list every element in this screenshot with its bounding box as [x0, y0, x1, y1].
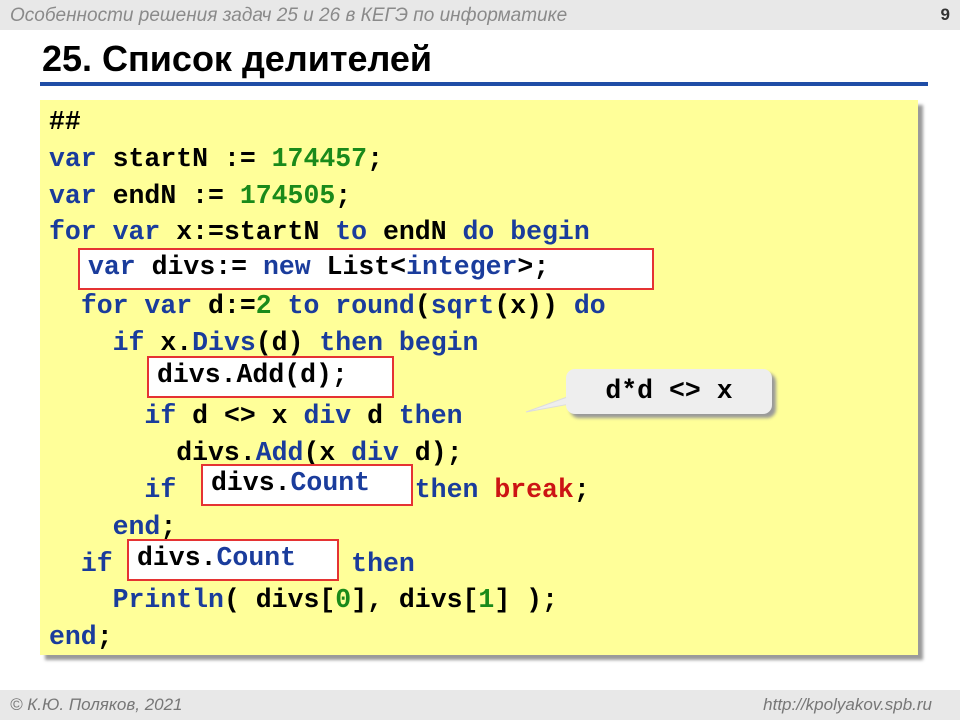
code-token: integer	[406, 252, 518, 282]
page-number: 9	[940, 5, 950, 24]
code-token: sqrt	[430, 291, 495, 321]
code-token: if	[112, 327, 145, 358]
code-token: ], divs[	[351, 585, 479, 616]
code-token: (	[414, 291, 431, 321]
code-token: x:=startN	[160, 217, 336, 248]
code-token: then begin	[319, 327, 479, 358]
code-line: if d <> x div d then	[49, 398, 463, 434]
code-token: if	[80, 548, 113, 579]
code-token: (d)	[255, 327, 320, 358]
code-token: end	[49, 622, 97, 653]
code-token: 2	[255, 291, 272, 321]
code-line	[49, 362, 144, 398]
code-token: then	[398, 401, 463, 432]
code-line: var startN := 174457;	[49, 141, 383, 177]
code-token: Count	[290, 468, 371, 498]
code-line: var endN := 174505;	[49, 178, 351, 214]
footer-url: http://kpolyakov.spb.ru	[763, 695, 932, 714]
highlight-box-count-break: divs.Count	[201, 464, 413, 506]
code-token: 174457	[271, 143, 368, 174]
code-token: then	[414, 475, 479, 505]
footer-bar: © К.Ю. Поляков, 2021 http://kpolyakov.sp…	[0, 690, 960, 720]
code-token: Count	[216, 543, 297, 573]
code-token: do begin	[462, 217, 590, 248]
code-token: x.	[144, 327, 193, 358]
code-line: Println( divs[0], divs[1] );	[49, 582, 558, 618]
code-token: endN	[367, 217, 463, 248]
code-token: var	[49, 143, 97, 174]
code-token: d <> x	[176, 401, 304, 432]
code-line: for var d:=2 to round(sqrt(x)) do	[49, 288, 606, 324]
code-token: if	[144, 401, 177, 432]
code-token: 1	[478, 585, 495, 616]
code-token: ;	[160, 511, 177, 542]
code-token: 0	[335, 585, 352, 616]
code-token: if	[144, 475, 177, 505]
code-token: ;	[573, 475, 590, 505]
code-token: divs.	[137, 543, 217, 573]
highlight-box-count-print: divs.Count	[127, 539, 339, 581]
code-token: (x))	[494, 291, 574, 321]
code-token: divs.	[211, 468, 291, 498]
code-line: for var x:=startN to endN do begin	[49, 214, 590, 250]
code-token: ;	[335, 180, 352, 211]
code-token: for var	[49, 217, 161, 248]
code-token: end	[112, 511, 161, 542]
code-token: to	[335, 217, 368, 248]
code-token: divs:=	[135, 252, 263, 282]
code-token: divs.Add(d);	[157, 360, 348, 390]
code-line	[49, 251, 81, 287]
code-token: ;	[96, 622, 113, 653]
code-token: do	[573, 291, 606, 321]
code-token: Divs	[192, 327, 256, 358]
presentation-subtitle: Особенности решения задач 25 и 26 в КЕГЭ…	[10, 5, 568, 26]
code-token: var	[49, 180, 97, 211]
code-token: Println	[112, 585, 224, 616]
highlight-box-list-decl: var divs:= new List<integer>;	[78, 248, 654, 290]
code-token: new	[262, 252, 311, 282]
code-token: break	[494, 475, 574, 505]
callout-condition: d*d <> x	[566, 369, 772, 414]
code-token: var	[88, 252, 136, 282]
code-token: List<	[310, 252, 407, 282]
slide-title: 25. Список делителей	[42, 38, 433, 79]
code-token: startN :=	[96, 143, 272, 174]
code-token: 174505	[239, 180, 336, 211]
code-token: d:=	[192, 291, 256, 321]
code-token: round	[335, 291, 415, 321]
code-line: end;	[49, 619, 113, 655]
footer-author: © К.Ю. Поляков, 2021	[10, 695, 183, 714]
code-token: div	[303, 401, 352, 432]
code-token: for var	[80, 291, 193, 321]
highlight-box-add: divs.Add(d);	[147, 356, 394, 398]
code-token: >;	[517, 252, 550, 282]
code-token: ( divs[	[223, 585, 336, 616]
code-token: ;	[367, 143, 383, 174]
code-token: d	[351, 401, 399, 432]
code-token: ] );	[494, 585, 558, 616]
code-line: ##	[49, 104, 81, 140]
code-token: then	[351, 548, 415, 579]
title-underline	[40, 82, 928, 86]
code-token: ##	[49, 107, 81, 137]
code-token: endN :=	[96, 180, 240, 211]
header-bar: Особенности решения задач 25 и 26 в КЕГЭ…	[0, 0, 960, 30]
code-token: to	[287, 291, 320, 321]
